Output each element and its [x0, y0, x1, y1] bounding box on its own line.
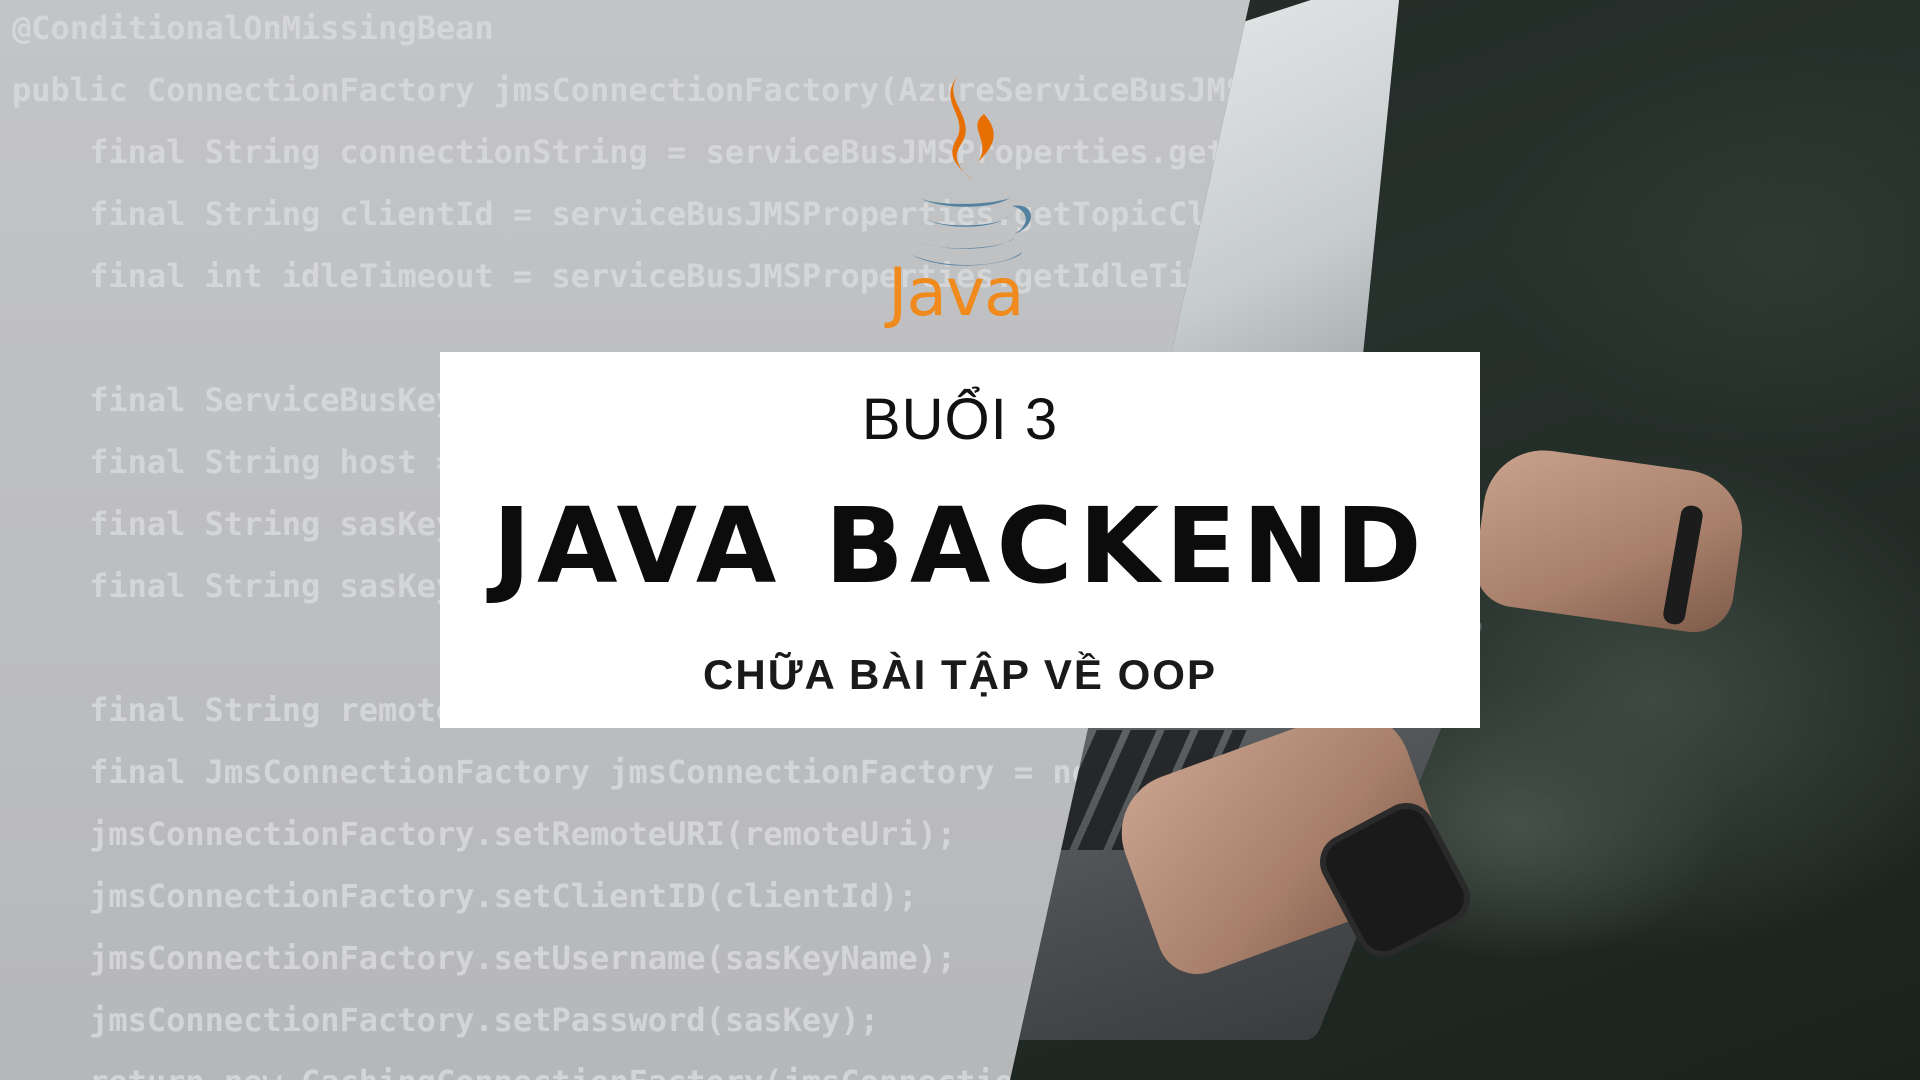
code-line: final int idleTimeout = serviceBusJMSPro… — [12, 257, 1226, 295]
java-logo-text: Java — [888, 254, 1024, 331]
code-line: @ConditionalOnMissingBean — [12, 9, 494, 47]
lesson-subtitle: CHỮA BÀI TẬP VỀ OOP — [703, 651, 1217, 698]
code-line: final String sasKey — [12, 567, 456, 605]
code-line: jmsConnectionFactory.setPassword(sasKey)… — [12, 1001, 879, 1039]
code-line: final String remote — [12, 691, 456, 729]
code-line: final ServiceBusKey — [12, 381, 456, 419]
title-card: BUỔI 3 JAVA BACKEND CHỮA BÀI TẬP VỀ OOP — [440, 352, 1480, 728]
code-line: final String clientId = serviceBusJMSPro… — [12, 195, 1226, 233]
code-line: public ConnectionFactory jmsConnectionFa… — [12, 71, 1265, 109]
course-title: JAVA BACKEND — [492, 485, 1428, 607]
session-label: BUỔI 3 — [861, 387, 1059, 452]
code-line: jmsConnectionFactory.setClientID(clientI… — [12, 877, 918, 915]
code-line: jmsConnectionFactory.setRemoteURI(remote… — [12, 815, 957, 853]
thumbnail: @ConditionalOnMissingBean public Connect… — [0, 0, 1920, 1080]
code-line: return new CachingConnectionFactory(jmsC… — [12, 1062, 1033, 1080]
code-line: final String host = — [12, 443, 456, 481]
right-hand — [1470, 442, 1750, 638]
code-line: final String sasKey — [12, 505, 456, 543]
code-line: final String connectionString = serviceB… — [12, 133, 1265, 171]
code-line: jmsConnectionFactory.setUsername(sasKeyN… — [12, 939, 957, 977]
code-line: final JmsConnectionFactory jmsConnection… — [12, 753, 1111, 791]
